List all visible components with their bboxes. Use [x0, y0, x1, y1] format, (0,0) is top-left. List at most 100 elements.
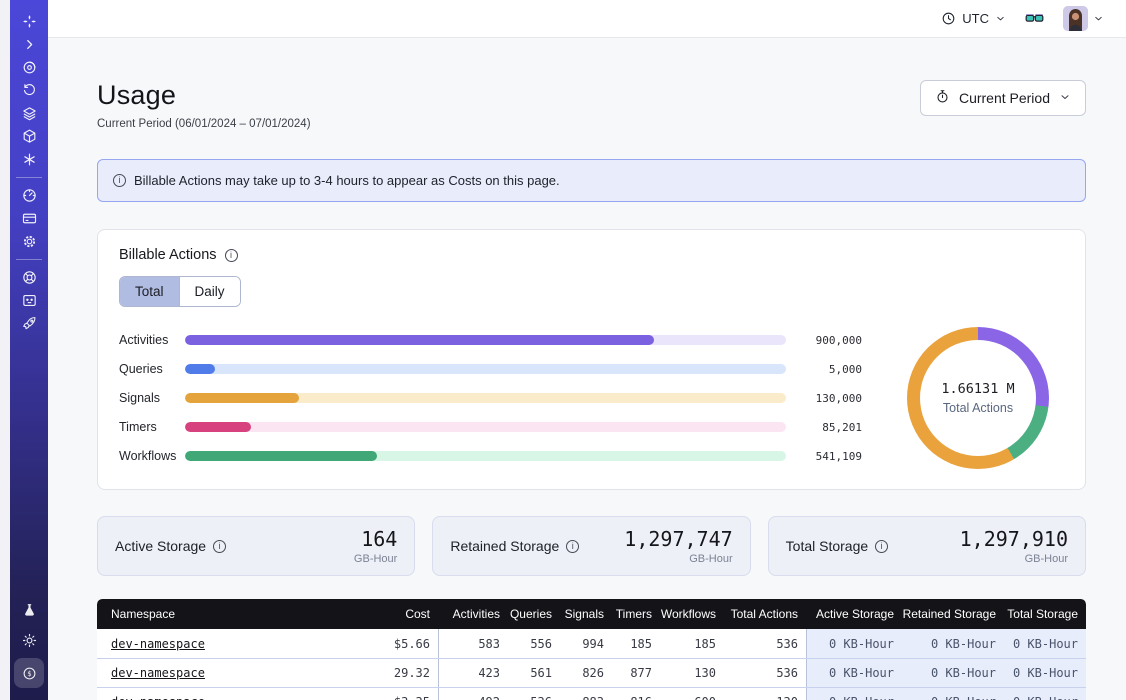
table-cell: 883: [560, 688, 612, 700]
storage-card-retained-storage: Retained Storagei1,297,747GB-Hour: [432, 516, 750, 576]
storage-card-active-storage: Active Storagei164GB-Hour: [97, 516, 415, 576]
deployments-icon[interactable]: [14, 125, 44, 148]
storage-card-unit: GB-Hour: [624, 553, 732, 565]
page-title: Usage: [97, 80, 311, 111]
info-icon[interactable]: i: [566, 540, 579, 553]
bar-row-activities: Activities900,000: [119, 333, 862, 347]
schedules-icon[interactable]: [14, 79, 44, 102]
table-cell: $5.66: [350, 629, 438, 658]
bar-fill: [185, 422, 251, 432]
stopwatch-icon: [935, 89, 950, 107]
table-cell: 994: [560, 629, 612, 658]
table-header: NamespaceCostActivitiesQueriesSignalsTim…: [97, 599, 1086, 629]
table-row: dev-namespace$3.354925368838166001300 KB…: [97, 687, 1086, 700]
sidebar-divider: [16, 177, 42, 178]
billing-icon[interactable]: [14, 207, 44, 230]
table-cell: 583: [438, 629, 508, 658]
sidebar-divider: [16, 259, 42, 260]
chevron-down-icon: [1059, 90, 1071, 106]
table-row: dev-namespace$5.665835569941851855360 KB…: [97, 629, 1086, 658]
bar-fill: [185, 335, 654, 345]
namespace-link[interactable]: dev-namespace: [111, 637, 205, 651]
labs-glasses-icon[interactable]: [1024, 8, 1045, 29]
sidebar-bottom-group: $: [14, 595, 44, 688]
column-header-namespace: Namespace: [97, 599, 350, 629]
labs-flask-icon[interactable]: [14, 595, 44, 625]
page-content: Usage Current Period (06/01/2024 – 07/01…: [48, 38, 1126, 700]
info-icon[interactable]: i: [225, 249, 238, 262]
bar-track: [185, 422, 786, 432]
temporal-logo-icon[interactable]: [14, 10, 44, 33]
info-icon[interactable]: i: [213, 540, 226, 553]
support-icon[interactable]: [14, 266, 44, 289]
table-cell: 0 KB-Hour: [1004, 659, 1086, 687]
storage-card-label: Total Storage: [786, 538, 869, 554]
tab-total[interactable]: Total: [120, 277, 179, 306]
storage-card-value: 164: [354, 527, 397, 551]
tab-daily[interactable]: Daily: [179, 277, 240, 306]
storage-card-value: 1,297,747: [624, 527, 732, 551]
chevron-down-icon: [995, 13, 1006, 24]
collapse-chevron-icon[interactable]: [14, 33, 44, 56]
namespace-link[interactable]: dev-namespace: [111, 666, 205, 680]
column-header-cost: Cost: [350, 599, 438, 629]
current-period-label: Current Period: [959, 90, 1050, 106]
table-cell: 816: [612, 688, 660, 700]
table-cell: 185: [612, 629, 660, 658]
bar-value: 130,000: [786, 392, 862, 405]
pricing-dollar-icon[interactable]: $: [14, 658, 44, 688]
total-actions-value: 1.66131 M: [941, 381, 1014, 397]
user-menu[interactable]: [1063, 6, 1104, 31]
nexus-icon[interactable]: [14, 148, 44, 171]
column-header-workflows: Workflows: [660, 599, 724, 629]
table-cell: 0 KB-Hour: [1004, 629, 1086, 658]
usage-icon[interactable]: [14, 184, 44, 207]
bar-row-signals: Signals130,000: [119, 391, 862, 405]
table-cell: 0 KB-Hour: [902, 659, 1004, 687]
column-header-active-storage: Active Storage: [806, 599, 902, 629]
table-cell: 536: [724, 659, 806, 687]
column-header-total-storage: Total Storage: [1004, 599, 1086, 629]
info-banner-text: Billable Actions may take up to 3-4 hour…: [134, 173, 560, 188]
storage-card-label: Active Storage: [115, 538, 206, 554]
theme-toggle-sun-icon[interactable]: [14, 625, 44, 655]
namespaces-icon[interactable]: [14, 56, 44, 79]
billable-actions-title: Billable Actions: [119, 247, 217, 263]
namespace-usage-table: NamespaceCostActivitiesQueriesSignalsTim…: [97, 599, 1086, 700]
table-cell: 536: [724, 629, 806, 658]
table-cell: 600: [660, 688, 724, 700]
table-cell: 877: [612, 659, 660, 687]
column-header-activities: Activities: [438, 599, 508, 629]
getting-started-rocket-icon[interactable]: [14, 312, 44, 335]
main-area: UTC Usage Current Period (06/01/2024 – 0…: [48, 0, 1126, 700]
bar-row-timers: Timers85,201: [119, 420, 862, 434]
table-cell: 130: [724, 688, 806, 700]
avatar: [1063, 6, 1088, 31]
storage-card-value: 1,297,910: [960, 527, 1068, 551]
bar-label: Queries: [119, 362, 185, 376]
namespace-cell: dev-namespace: [97, 629, 350, 658]
bar-label: Workflows: [119, 449, 185, 463]
table-cell: 29.32: [350, 659, 438, 687]
current-period-button[interactable]: Current Period: [920, 80, 1086, 116]
timezone-selector[interactable]: UTC: [941, 11, 1006, 26]
table-cell: 130: [660, 659, 724, 687]
table-cell: 561: [508, 659, 560, 687]
total-actions-label: Total Actions: [943, 401, 1013, 415]
bar-fill: [185, 393, 299, 403]
settings-icon[interactable]: [14, 230, 44, 253]
bar-row-workflows: Workflows541,109: [119, 449, 862, 463]
bar-value: 900,000: [786, 334, 862, 347]
info-icon: i: [113, 174, 126, 187]
info-icon[interactable]: i: [875, 540, 888, 553]
batch-operations-icon[interactable]: [14, 102, 44, 125]
total-actions-donut-chart: 1.66131 M Total Actions: [907, 327, 1049, 469]
info-banner: i Billable Actions may take up to 3-4 ho…: [97, 159, 1086, 202]
column-header-total-actions: Total Actions: [724, 599, 806, 629]
column-header-retained-storage: Retained Storage: [902, 599, 1004, 629]
clock-icon: [941, 11, 956, 26]
table-cell: 492: [438, 688, 508, 700]
docs-icon[interactable]: [14, 289, 44, 312]
namespace-link[interactable]: dev-namespace: [111, 695, 205, 700]
sidebar: $: [10, 0, 48, 700]
